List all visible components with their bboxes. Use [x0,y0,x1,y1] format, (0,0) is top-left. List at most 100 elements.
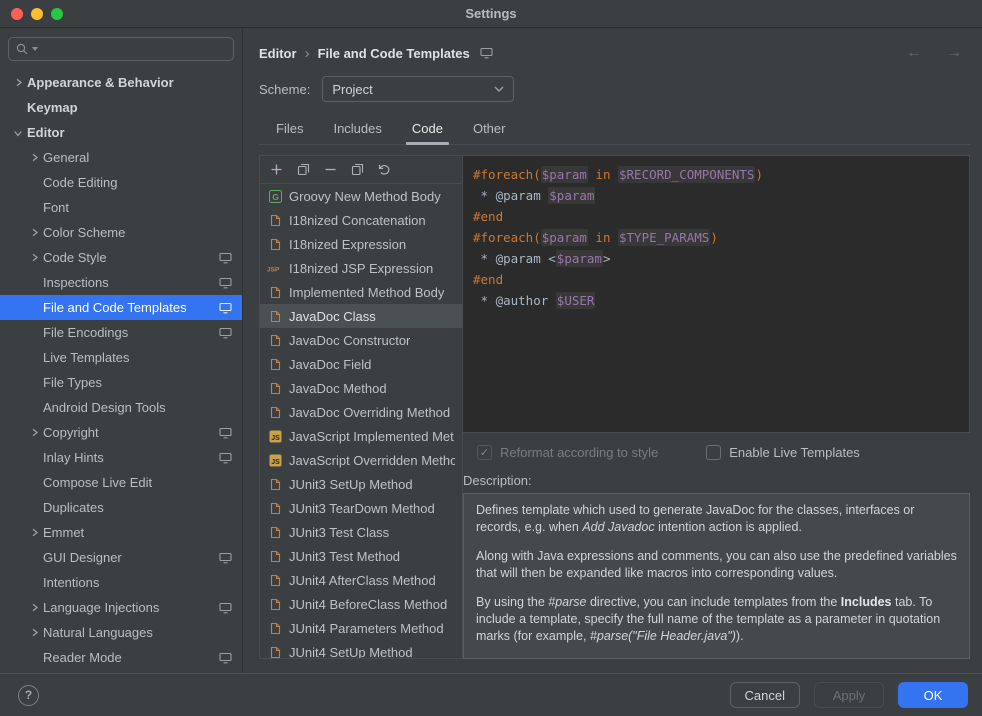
template-item-i18nized-jsp-expression[interactable]: JSPI18nized JSP Expression [260,256,462,280]
chevron-down-icon[interactable] [11,124,27,141]
template-item-javadoc-constructor[interactable]: JavaDoc Constructor [260,328,462,352]
template-item-i18nized-expression[interactable]: I18nized Expression [260,232,462,256]
sidebar-item-inlay-hints[interactable]: Inlay Hints [0,445,242,470]
template-item-junit4-beforeclass-method[interactable]: JUnit4 BeforeClass Method [260,592,462,616]
zoom-window-button[interactable] [51,8,63,20]
sidebar-item-color-scheme[interactable]: Color Scheme [0,220,242,245]
remove-template-button[interactable] [319,159,341,181]
template-item-javascript-implemented-met[interactable]: JSJavaScript Implemented Met [260,424,462,448]
chevron-spacer [26,400,43,416]
code-line: #end [473,269,959,290]
sidebar-item-editor[interactable]: Editor [0,120,242,145]
template-editor[interactable]: #foreach($param in $RECORD_COMPONENTS) *… [463,155,970,433]
breadcrumb-editor[interactable]: Editor [259,46,297,61]
template-item-javadoc-overriding-method[interactable]: JavaDoc Overriding Method [260,400,462,424]
chevron-right-icon[interactable] [26,250,43,266]
reformat-checkbox-label: Reformat according to style [500,445,658,460]
tab-other[interactable]: Other [458,116,521,144]
scheme-label: Scheme: [259,82,310,97]
reformat-checkbox[interactable]: ✓ Reformat according to style [477,445,658,460]
template-file-icon [267,526,283,539]
template-item-label: I18nized Concatenation [289,213,426,228]
chevron-spacer [26,375,43,391]
sidebar-item-reader-mode[interactable]: Reader Mode [0,645,242,670]
create-child-template-button[interactable] [292,159,314,181]
forward-icon[interactable]: → [938,44,970,62]
sidebar-item-language-injections[interactable]: Language Injections [0,595,242,620]
search-input[interactable] [8,37,234,61]
cancel-button[interactable]: Cancel [730,682,800,708]
close-window-button[interactable] [11,8,23,20]
add-template-button[interactable] [265,159,287,181]
sidebar-item-duplicates[interactable]: Duplicates [0,495,242,520]
sidebar-item-intentions[interactable]: Intentions [0,570,242,595]
chevron-right-icon[interactable] [26,625,43,641]
minimize-window-button[interactable] [31,8,43,20]
enable-live-templates-checkbox[interactable]: Enable Live Templates [706,445,860,460]
sidebar-item-compose-live-edit[interactable]: Compose Live Edit [0,470,242,495]
sidebar-item-natural-languages[interactable]: Natural Languages [0,620,242,645]
scheme-select[interactable]: Project [322,76,514,102]
template-item-javascript-overridden-metho[interactable]: JSJavaScript Overridden Metho [260,448,462,472]
chevron-spacer [26,200,43,216]
sidebar-item-code-editing[interactable]: Code Editing [0,170,242,195]
sidebar-item-file-and-code-templates[interactable]: File and Code Templates [0,295,242,320]
sidebar-item-font[interactable]: Font [0,195,242,220]
template-item-junit3-setup-method[interactable]: JUnit3 SetUp Method [260,472,462,496]
description-box[interactable]: Defines template which used to generate … [463,493,970,659]
sidebar-item-gui-designer[interactable]: GUI Designer [0,545,242,570]
template-file-icon [267,406,283,419]
sidebar-item-file-encodings[interactable]: File Encodings [0,320,242,345]
code-line: * @param <$param> [473,248,959,269]
sidebar-item-file-types[interactable]: File Types [0,370,242,395]
chevron-right-icon[interactable] [26,600,43,616]
sidebar-item-code-style[interactable]: Code Style [0,245,242,270]
template-item-implemented-method-body[interactable]: Implemented Method Body [260,280,462,304]
sidebar-item-live-templates[interactable]: Live Templates [0,345,242,370]
chevron-right-icon[interactable] [26,525,43,541]
template-item-junit4-afterclass-method[interactable]: JUnit4 AfterClass Method [260,568,462,592]
search-icon [15,42,29,56]
sidebar-item-appearance-behavior[interactable]: Appearance & Behavior [0,70,242,95]
sidebar-item-label: Editor [27,125,242,140]
help-button[interactable]: ? [18,685,39,706]
template-item-groovy-new-method-body[interactable]: GGroovy New Method Body [260,184,462,208]
template-item-javadoc-method[interactable]: JavaDoc Method [260,376,462,400]
template-item-junit3-test-class[interactable]: JUnit3 Test Class [260,520,462,544]
template-item-junit4-setup-method[interactable]: JUnit4 SetUp Method [260,640,462,658]
tab-code[interactable]: Code [397,116,458,144]
sidebar-item-keymap[interactable]: Keymap [0,95,242,120]
template-item-junit3-test-method[interactable]: JUnit3 Test Method [260,544,462,568]
sidebar-item-label: Intentions [43,575,242,590]
template-item-javadoc-field[interactable]: JavaDoc Field [260,352,462,376]
sidebar-item-copyright[interactable]: Copyright [0,420,242,445]
template-item-label: I18nized JSP Expression [289,261,433,276]
template-item-i18nized-concatenation[interactable]: I18nized Concatenation [260,208,462,232]
chevron-right-icon[interactable] [26,150,43,166]
duplicate-template-button[interactable] [346,159,368,181]
description-paragraph: Along with Java expressions and comments… [476,548,957,582]
ok-button[interactable]: OK [898,682,968,708]
chevron-spacer [26,575,43,591]
sidebar-item-inspections[interactable]: Inspections [0,270,242,295]
tab-files[interactable]: Files [261,116,318,144]
template-item-junit3-teardown-method[interactable]: JUnit3 TearDown Method [260,496,462,520]
sidebar-item-general[interactable]: General [0,145,242,170]
apply-button[interactable]: Apply [814,682,884,708]
chevron-spacer [26,275,43,291]
template-item-label: JUnit3 Test Class [289,525,389,540]
template-item-javadoc-class[interactable]: JavaDoc Class [260,304,462,328]
chevron-right-icon[interactable] [26,225,43,241]
sidebar-item-label: Natural Languages [43,625,242,640]
sidebar-item-android-design-tools[interactable]: Android Design Tools [0,395,242,420]
template-item-junit4-parameters-method[interactable]: JUnit4 Parameters Method [260,616,462,640]
undo-icon [377,163,391,176]
chevron-right-icon[interactable] [26,425,43,441]
tab-includes[interactable]: Includes [318,116,396,144]
chevron-right-icon[interactable] [10,75,27,91]
code-line: #foreach($param in $TYPE_PARAMS) [473,227,959,248]
reset-template-button[interactable] [373,159,395,181]
back-icon[interactable]: ← [898,44,930,62]
sidebar-item-emmet[interactable]: Emmet [0,520,242,545]
monitor-icon [219,327,232,339]
